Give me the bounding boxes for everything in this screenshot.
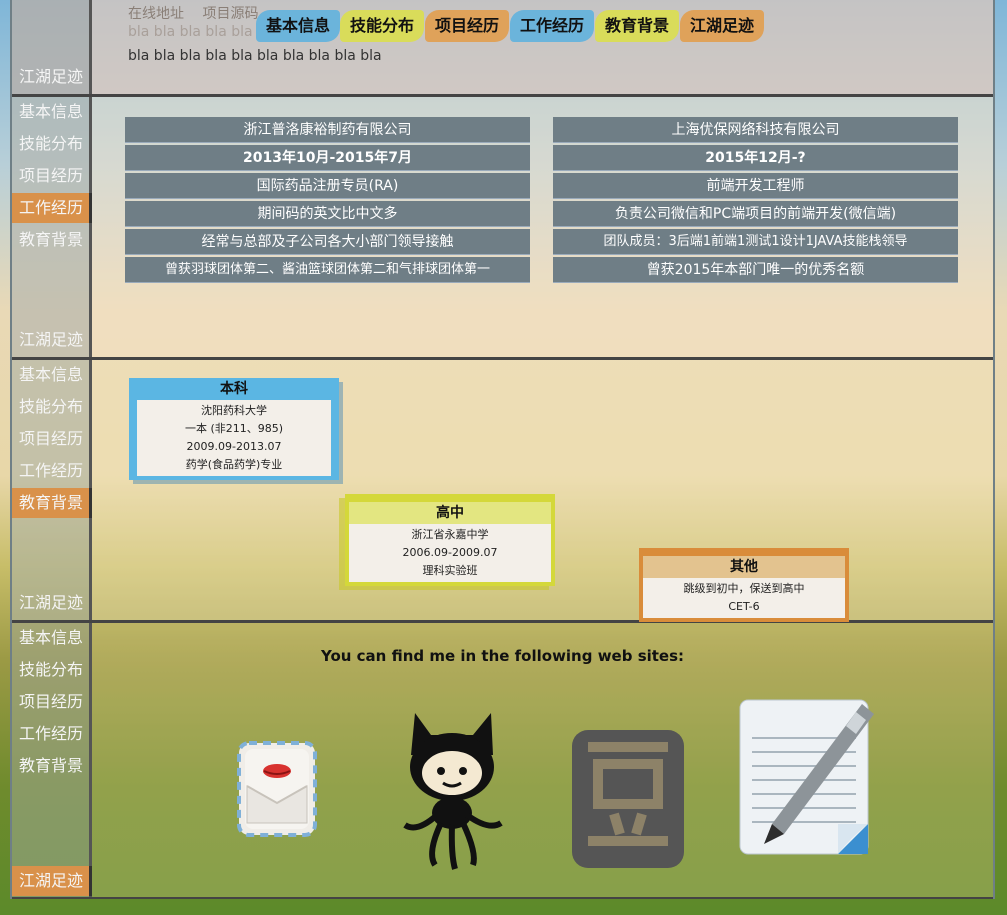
edu-details: 跳级到初中，保送到高中 CET-6 (643, 578, 845, 618)
edu-line: 跳级到初中，保送到高中 (683, 582, 805, 595)
nav-item-basic-info[interactable]: 基本信息 (12, 97, 92, 127)
sidebar: 江湖足迹 (12, 0, 92, 94)
edu-line: 沈阳药科大学 (201, 404, 267, 417)
header-text: bla bla bla bla bla bla bla bla bla bla (128, 48, 382, 64)
nav-item-work[interactable]: 工作经历 (12, 719, 92, 749)
edu-line: 2009.09-2013.07 (186, 440, 282, 453)
tab-education[interactable]: 教育背景 (595, 10, 680, 42)
edu-card-other: 其他 跳级到初中，保送到高中 CET-6 (639, 548, 849, 622)
tab-projects[interactable]: 项目经历 (425, 10, 510, 42)
mail-icon[interactable] (237, 741, 317, 841)
nav-item-footprints[interactable]: 江湖足迹 (12, 62, 92, 92)
header-text-faded: bla bla bla bla bla (128, 24, 253, 40)
nav-item-projects[interactable]: 项目经历 (12, 161, 92, 191)
github-octocat-icon[interactable] (397, 705, 507, 879)
job-company: 浙江普洛康裕制药有限公司 (125, 117, 530, 143)
edu-line: CET-6 (728, 600, 760, 613)
contact-title: You can find me in the following web sit… (320, 647, 685, 665)
nav-item-education[interactable]: 教育背景 (12, 225, 92, 255)
edu-line: 浙江省永嘉中学 (411, 528, 489, 541)
job-detail: 经常与总部及子公司各大小部门领导接触 (125, 229, 530, 255)
resume-page: 江湖足迹 在线地址 项目源码 bla bla bla bla bla bla b… (10, 0, 995, 899)
header-section: 江湖足迹 在线地址 项目源码 bla bla bla bla bla bla b… (12, 0, 993, 97)
nav-item-projects[interactable]: 项目经历 (12, 424, 92, 454)
nav-item-skills[interactable]: 技能分布 (12, 392, 92, 422)
job-title: 国际药品注册专员(RA) (125, 173, 530, 199)
nav-item-footprints[interactable]: 江湖足迹 (12, 325, 92, 355)
nav-item-education[interactable]: 教育背景 (12, 488, 92, 518)
edu-title: 高中 (349, 502, 551, 524)
nav-item-work[interactable]: 工作经历 (12, 193, 92, 223)
edu-line: 药学(食品药学)专业 (185, 458, 283, 471)
job-card-right: 上海优保网络科技有限公司 2015年12月-? 前端开发工程师 负责公司微信和P… (553, 117, 958, 285)
job-detail: 团队成员：3后端1前端1测试1设计1JAVA技能栈领导 (553, 229, 958, 255)
edu-details: 浙江省永嘉中学 2006.09-2009.07 理科实验班 (349, 524, 551, 582)
tab-work[interactable]: 工作经历 (510, 10, 595, 42)
nav-item-work[interactable]: 工作经历 (12, 456, 92, 486)
job-period: 2015年12月-? (553, 145, 958, 171)
edu-line: 一本 (非211、985) (184, 422, 284, 435)
job-detail: 负责公司微信和PC端项目的前端开发(微信端) (553, 201, 958, 227)
edu-title: 其他 (643, 556, 845, 578)
edu-line: 2006.09-2009.07 (402, 546, 498, 559)
tab-footprints[interactable]: 江湖足迹 (680, 10, 765, 42)
nav-item-skills[interactable]: 技能分布 (12, 129, 92, 159)
edu-title: 本科 (220, 381, 248, 397)
job-period: 2013年10月-2015年7月 (125, 145, 530, 171)
job-card-left: 浙江普洛康裕制药有限公司 2013年10月-2015年7月 国际药品注册专员(R… (125, 117, 530, 285)
sidebar: 基本信息 技能分布 项目经历 工作经历 教育背景 江湖足迹 (12, 360, 92, 620)
nav-item-projects[interactable]: 项目经历 (12, 687, 92, 717)
edu-card-highschool: 高中 浙江省永嘉中学 2006.09-2009.07 理科实验班 (345, 494, 555, 586)
edu-card-bachelor: 本科 沈阳药科大学 一本 (非211、985) 2009.09-2013.07 … (129, 378, 339, 480)
education-section: 基本信息 技能分布 项目经历 工作经历 教育背景 江湖足迹 本科 沈阳药科大学 … (12, 360, 993, 623)
work-section: 基本信息 技能分布 项目经历 工作经历 教育背景 江湖足迹 浙江普洛康裕制药有限… (12, 97, 993, 360)
job-detail: 曾获2015年本部门唯一的优秀名额 (553, 257, 958, 283)
job-company: 上海优保网络科技有限公司 (553, 117, 958, 143)
link-source[interactable]: 项目源码 (202, 6, 258, 22)
nav-item-footprints[interactable]: 江湖足迹 (12, 588, 92, 618)
nav-item-footprints[interactable]: 江湖足迹 (12, 866, 92, 896)
tab-skills[interactable]: 技能分布 (340, 10, 425, 42)
link-online[interactable]: 在线地址 (128, 6, 184, 22)
tab-basic-info[interactable]: 基本信息 (256, 10, 341, 42)
top-links: 在线地址 项目源码 (128, 3, 272, 23)
contact-section: 基本信息 技能分布 项目经历 工作经历 教育背景 江湖足迹 You can fi… (12, 623, 993, 899)
edu-details: 沈阳药科大学 一本 (非211、985) 2009.09-2013.07 药学(… (137, 400, 331, 476)
job-detail: 期间码的英文比中文多 (125, 201, 530, 227)
nav-item-education[interactable]: 教育背景 (12, 751, 92, 781)
job-title: 前端开发工程师 (553, 173, 958, 199)
sidebar: 基本信息 技能分布 项目经历 工作经历 教育背景 江湖足迹 (12, 97, 92, 357)
nav-item-basic-info[interactable]: 基本信息 (12, 360, 92, 390)
edu-line: 理科实验班 (422, 564, 478, 577)
douban-icon[interactable] (572, 730, 684, 872)
blog-pen-icon[interactable] (738, 698, 878, 862)
job-detail: 曾获羽球团体第二、酱油篮球团体第二和气排球团体第一 (125, 257, 530, 283)
